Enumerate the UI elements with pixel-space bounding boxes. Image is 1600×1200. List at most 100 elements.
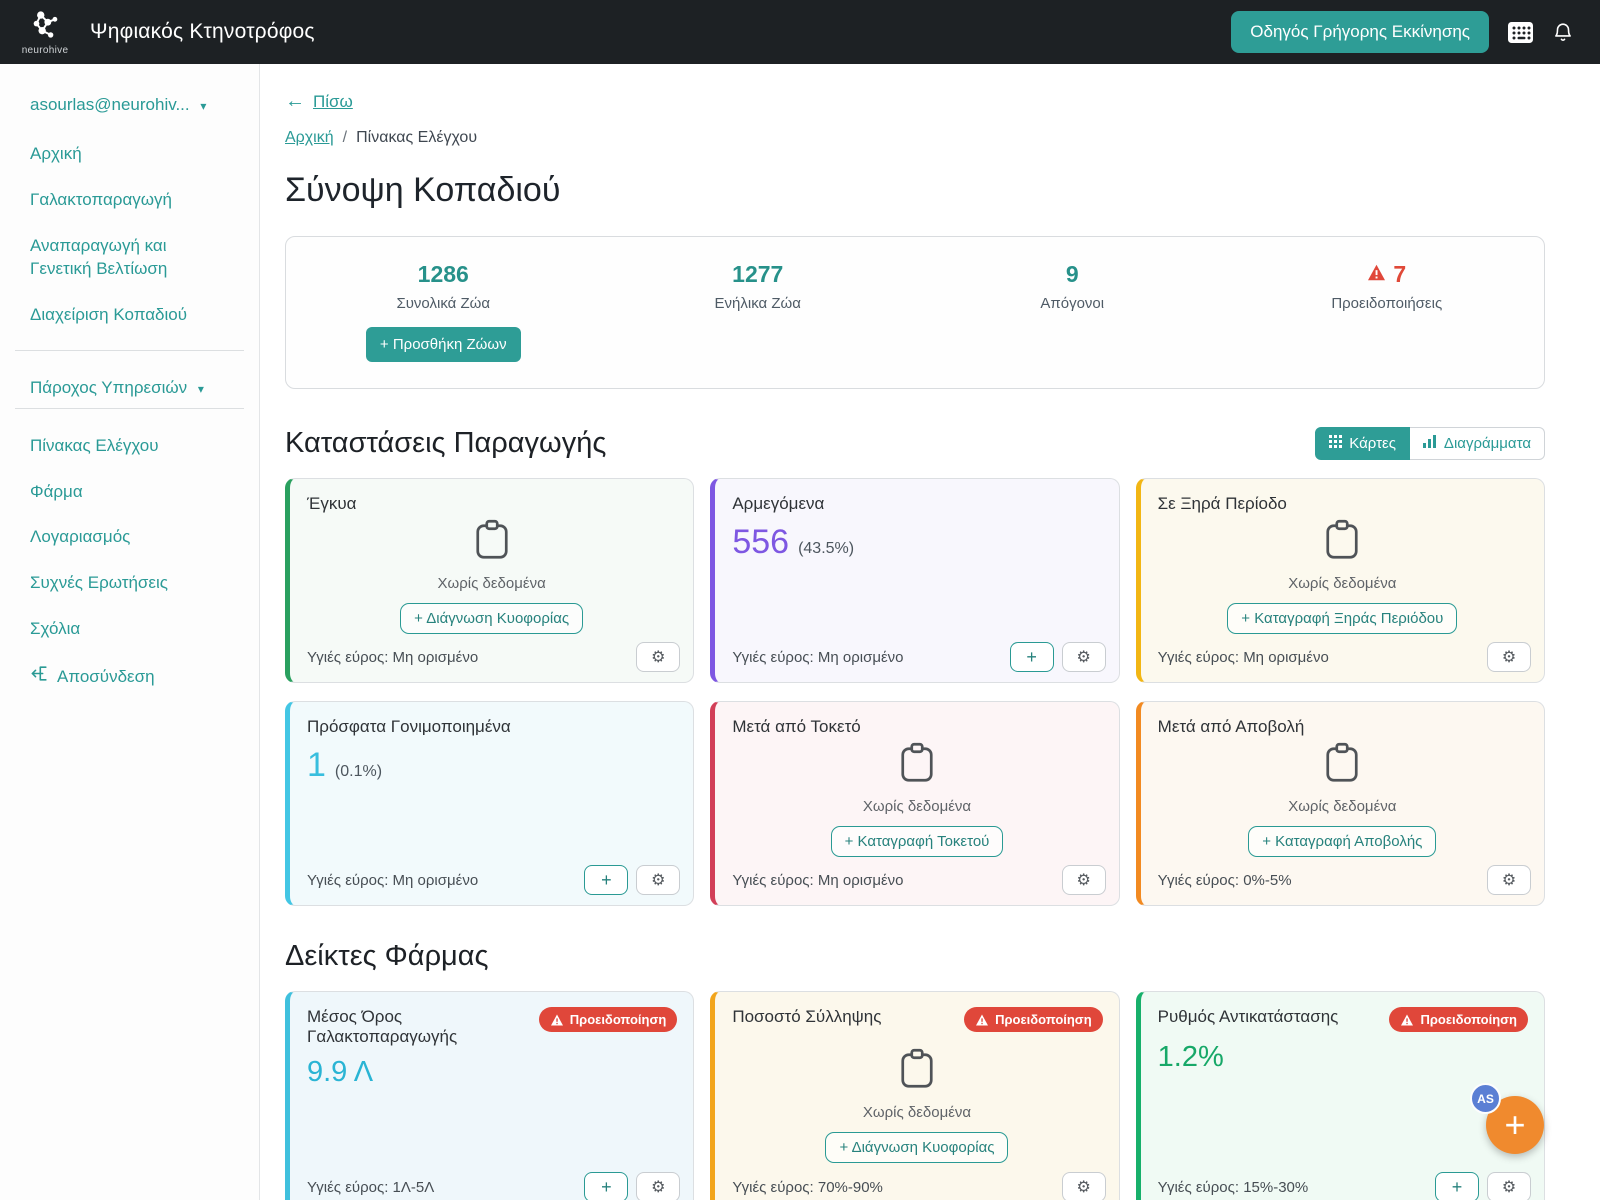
- keypad-icon[interactable]: [1507, 21, 1534, 44]
- charts-view-button[interactable]: Διαγράμματα: [1410, 427, 1545, 460]
- breadcrumb: Αρχική / Πίνακας Ελέγχου: [285, 129, 1545, 147]
- gear-icon[interactable]: ⚙: [1062, 865, 1106, 895]
- production-section-title: Καταστάσεις Παραγωγής: [285, 427, 606, 460]
- pregnancy-diagnosis-button[interactable]: + Διάγνωση Κυοφορίας: [825, 1132, 1008, 1163]
- account-label: asourlas@neurohiv...: [30, 95, 190, 114]
- record-calving-button[interactable]: + Καταγραφή Τοκετού: [831, 826, 1004, 857]
- card-dry-period: Σε Ξηρά Περίοδο Χωρίς δεδομένα + Καταγρα…: [1136, 478, 1545, 683]
- logo[interactable]: neurohive: [14, 8, 76, 56]
- sidebar-item-milk-production[interactable]: Γαλακτοπαραγωγή: [0, 189, 259, 212]
- record-abortion-button[interactable]: + Καταγραφή Αποβολής: [1248, 826, 1436, 857]
- stat-warnings: 7 Προειδοποιήσεις: [1230, 261, 1545, 362]
- gear-icon[interactable]: ⚙: [1062, 642, 1106, 672]
- quick-start-guide-button[interactable]: Οδηγός Γρήγορης Εκκίνησης: [1231, 11, 1489, 53]
- card-value: 9.9 Λ: [307, 1056, 373, 1089]
- warning-icon: [550, 1014, 564, 1026]
- sidebar-item-faq[interactable]: Συχνές Ερωτήσεις: [0, 572, 259, 595]
- back-arrow-icon: ←: [285, 90, 305, 113]
- clipboard-icon: [899, 1077, 935, 1094]
- card-pregnant: Έγκυα Χωρίς δεδομένα + Διάγνωση Κυοφορία…: [285, 478, 694, 683]
- sidebar-divider: [15, 350, 244, 351]
- logout-icon: [30, 664, 49, 690]
- page-title: Σύνοψη Κοπαδιού: [285, 171, 1545, 210]
- card-value: 1.2%: [1158, 1041, 1224, 1074]
- stat-adult-animals: 1277 Ενήλικα Ζώα: [601, 261, 916, 362]
- indicator-cards-grid: Μέσος Όρος Γαλακτοπαραγωγής Προειδοποίησ…: [285, 991, 1545, 1200]
- healthy-range: Υγιές εύρος: Μη ορισμένο: [307, 649, 478, 666]
- add-record-button[interactable]: +: [1010, 642, 1054, 672]
- gear-icon[interactable]: ⚙: [636, 642, 680, 672]
- account-dropdown[interactable]: asourlas@neurohiv... ▾: [0, 94, 259, 117]
- gear-icon[interactable]: ⚙: [1487, 1172, 1531, 1200]
- healthy-range: Υγιές εύρος: 15%-30%: [1158, 1179, 1309, 1196]
- warning-badge: Προειδοποίηση: [964, 1007, 1103, 1032]
- sidebar-item-reproduction[interactable]: Αναπαραγωγή και Γενετική Βελτίωση: [0, 235, 235, 281]
- clipboard-icon: [474, 548, 510, 565]
- add-record-button[interactable]: +: [584, 1172, 628, 1200]
- add-record-button[interactable]: +: [1435, 1172, 1479, 1200]
- cards-view-button[interactable]: Κάρτες: [1315, 427, 1410, 460]
- warning-badge: Προειδοποίηση: [1389, 1007, 1528, 1032]
- add-fab-button[interactable]: + AS: [1486, 1096, 1544, 1154]
- bar-chart-icon: [1423, 435, 1437, 452]
- avatar[interactable]: AS: [1470, 1083, 1501, 1114]
- sidebar-item-home[interactable]: Αρχική: [0, 143, 259, 166]
- sidebar-item-farm[interactable]: Φάρμα: [0, 481, 259, 504]
- back-link[interactable]: ← Πίσω: [285, 90, 353, 113]
- card-milking: Αρμεγόμενα 556 (43.5%) Υγιές εύρος: Μη ο…: [710, 478, 1119, 683]
- indicators-section-title: Δείκτες Φάρμας: [285, 940, 1545, 973]
- gear-icon[interactable]: ⚙: [636, 1172, 680, 1200]
- healthy-range: Υγιές εύρος: Μη ορισμένο: [732, 872, 903, 889]
- sidebar-item-dashboard[interactable]: Πίνακας Ελέγχου: [0, 435, 259, 458]
- top-bar: neurohive Ψηφιακός Κτηνοτρόφος Οδηγός Γρ…: [0, 0, 1600, 64]
- main-content: ← Πίσω Αρχική / Πίνακας Ελέγχου Σύνοψη Κ…: [260, 64, 1600, 1200]
- production-cards-grid: Έγκυα Χωρίς δεδομένα + Διάγνωση Κυοφορία…: [285, 478, 1545, 906]
- view-toggle: Κάρτες Διαγράμματα: [1315, 427, 1545, 460]
- clipboard-icon: [899, 771, 935, 788]
- breadcrumb-separator: /: [343, 129, 347, 147]
- sidebar: asourlas@neurohiv... ▾ Αρχική Γαλακτοπαρ…: [0, 64, 260, 1200]
- gear-icon[interactable]: ⚙: [1487, 642, 1531, 672]
- gear-icon[interactable]: ⚙: [1487, 865, 1531, 895]
- pregnancy-diagnosis-button[interactable]: + Διάγνωση Κυοφορίας: [400, 603, 583, 634]
- breadcrumb-current: Πίνακας Ελέγχου: [356, 129, 477, 147]
- sidebar-item-account[interactable]: Λογαριασμός: [0, 526, 259, 549]
- card-value: 1: [307, 746, 326, 785]
- gear-icon[interactable]: ⚙: [636, 865, 680, 895]
- card-conception-rate: Ποσοστό Σύλληψης Προειδοποίηση: [710, 991, 1119, 1200]
- card-percent: (0.1%): [335, 763, 382, 781]
- add-record-button[interactable]: +: [584, 865, 628, 895]
- card-value: 556: [732, 523, 789, 562]
- chevron-down-icon: ▾: [198, 382, 204, 396]
- card-percent: (43.5%): [798, 540, 854, 558]
- plus-icon: +: [1504, 1104, 1525, 1146]
- logout-button[interactable]: Αποσύνδεση: [0, 664, 259, 690]
- healthy-range: Υγιές εύρος: Μη ορισμένο: [732, 649, 903, 666]
- card-post-calving: Μετά από Τοκετό Χωρίς δεδομένα + Καταγρα…: [710, 701, 1119, 906]
- sidebar-divider: [15, 408, 244, 409]
- gear-icon[interactable]: ⚙: [1062, 1172, 1106, 1200]
- bell-icon[interactable]: [1552, 20, 1574, 44]
- card-avg-milk-production: Μέσος Όρος Γαλακτοπαραγωγής Προειδοποίησ…: [285, 991, 694, 1200]
- sidebar-item-herd-management[interactable]: Διαχείριση Κοπαδιού: [0, 304, 259, 327]
- card-post-abortion: Μετά από Αποβολή Χωρίς δεδομένα + Καταγρ…: [1136, 701, 1545, 906]
- neurohive-logo-icon: [28, 8, 62, 47]
- warning-icon: [1400, 1014, 1414, 1026]
- warning-badge: Προειδοποίηση: [539, 1007, 678, 1032]
- herd-summary-panel: 1286 Συνολικά Ζώα + Προσθήκη Ζώων 1277 Ε…: [285, 236, 1545, 389]
- healthy-range: Υγιές εύρος: 0%-5%: [1158, 872, 1292, 889]
- service-provider-dropdown[interactable]: Πάροχος Υπηρεσιών ▾: [0, 377, 259, 400]
- logo-caption: neurohive: [22, 45, 69, 56]
- record-dry-period-button[interactable]: + Καταγραφή Ξηράς Περιόδου: [1227, 603, 1457, 634]
- app-title: Ψηφιακός Κτηνοτρόφος: [90, 20, 315, 44]
- sidebar-item-feedback[interactable]: Σχόλια: [0, 618, 259, 641]
- stat-offspring: 9 Απόγονοι: [915, 261, 1230, 362]
- card-recently-inseminated: Πρόσφατα Γονιμοποιημένα 1 (0.1%) Υγιές ε…: [285, 701, 694, 906]
- healthy-range: Υγιές εύρος: Μη ορισμένο: [1158, 649, 1329, 666]
- add-animals-button[interactable]: + Προσθήκη Ζώων: [366, 327, 521, 362]
- clipboard-icon: [1324, 771, 1360, 788]
- chevron-down-icon: ▾: [200, 99, 206, 113]
- healthy-range: Υγιές εύρος: 70%-90%: [732, 1179, 883, 1196]
- healthy-range: Υγιές εύρος: Μη ορισμένο: [307, 872, 478, 889]
- breadcrumb-home-link[interactable]: Αρχική: [285, 129, 334, 147]
